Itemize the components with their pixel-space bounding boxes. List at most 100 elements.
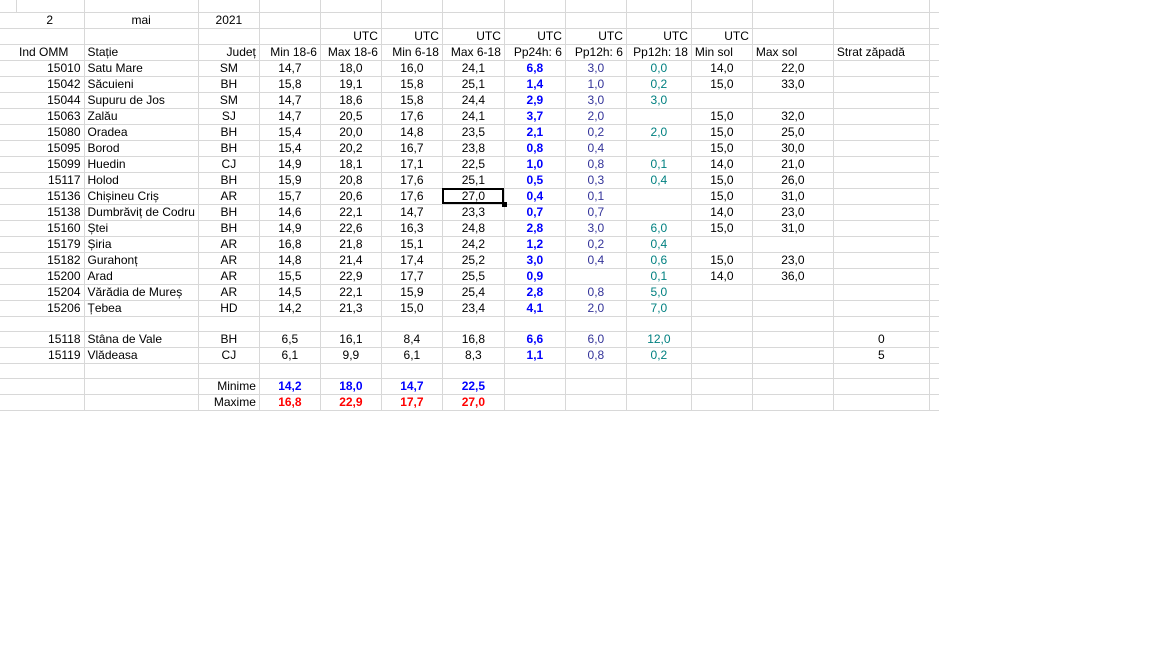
cell-pp24h-6[interactable]: 2,8: [504, 284, 566, 301]
summary-value[interactable]: 22,5: [442, 378, 505, 395]
cell-pp12h-18[interactable]: 0,6: [626, 252, 692, 269]
cell-max-6-18[interactable]: 24,2: [442, 236, 505, 253]
cell-pp12h-6[interactable]: 0,1: [565, 188, 627, 205]
cell-ind-omm[interactable]: 15138: [16, 204, 85, 221]
cell-min-6-18[interactable]: 15,8: [381, 92, 443, 109]
cell-judet[interactable]: SM: [198, 60, 260, 77]
cell-pp24h-6[interactable]: 2,1: [504, 124, 566, 141]
cell-pp12h-18[interactable]: [626, 204, 692, 221]
cell-statie[interactable]: Săcuieni: [84, 76, 199, 93]
date-day[interactable]: 2: [16, 12, 85, 29]
cell-pp12h-18[interactable]: 0,4: [626, 172, 692, 189]
header-min-18-6[interactable]: Min 18-6: [259, 44, 321, 61]
cell-max-6-18[interactable]: 25,5: [442, 268, 505, 285]
cell-pp12h-18[interactable]: 0,1: [626, 156, 692, 173]
date-year[interactable]: 2021: [198, 12, 260, 29]
cell-min-sol[interactable]: 14,0: [691, 204, 753, 221]
cell-max-6-18[interactable]: 23,3: [442, 204, 505, 221]
cell-judet[interactable]: BH: [198, 172, 260, 189]
header-min-sol[interactable]: Min sol: [691, 44, 753, 61]
cell-pp24h-6[interactable]: 0,8: [504, 140, 566, 157]
cell-min-sol[interactable]: 15,0: [691, 76, 753, 93]
cell-pp12h-6[interactable]: [565, 268, 627, 285]
cell-max-sol[interactable]: 36,0: [752, 268, 834, 285]
header-ind-omm[interactable]: Ind OMM: [16, 44, 85, 61]
cell-pp24h-6[interactable]: 6,8: [504, 60, 566, 77]
cell-min-18-6[interactable]: 14,8: [259, 252, 321, 269]
cell-pp12h-6[interactable]: 0,8: [565, 347, 627, 364]
cell-pp12h-6[interactable]: 2,0: [565, 108, 627, 125]
cell-ind-omm[interactable]: 15119: [16, 347, 85, 364]
cell-pp24h-6[interactable]: 1,2: [504, 236, 566, 253]
cell-max-sol[interactable]: 32,0: [752, 108, 834, 125]
cell-max-18-6[interactable]: 22,9: [320, 268, 382, 285]
cell-max-sol[interactable]: [752, 347, 834, 364]
cell-max-18-6[interactable]: 22,6: [320, 220, 382, 237]
cell-statie[interactable]: Țebea: [84, 300, 199, 317]
header-max-sol[interactable]: Max sol: [752, 44, 834, 61]
cell-max-18-6[interactable]: 19,1: [320, 76, 382, 93]
cell-ind-omm[interactable]: 15080: [16, 124, 85, 141]
cell-statie[interactable]: Satu Mare: [84, 60, 199, 77]
cell-min-18-6[interactable]: 6,1: [259, 347, 321, 364]
cell-pp12h-18[interactable]: 3,0: [626, 92, 692, 109]
summary-value[interactable]: 22,9: [320, 394, 382, 411]
cell-max-18-6[interactable]: 18,0: [320, 60, 382, 77]
cell-min-sol[interactable]: 15,0: [691, 140, 753, 157]
utc-label[interactable]: UTC: [565, 28, 627, 45]
cell-min-6-18[interactable]: 15,9: [381, 284, 443, 301]
cell-ind-omm[interactable]: 15200: [16, 268, 85, 285]
cell-min-6-18[interactable]: 14,7: [381, 204, 443, 221]
cell-ind-omm[interactable]: 15206: [16, 300, 85, 317]
cell-min-18-6[interactable]: 14,6: [259, 204, 321, 221]
cell-pp12h-6[interactable]: 0,4: [565, 140, 627, 157]
cell-ind-omm[interactable]: 15044: [16, 92, 85, 109]
cell-max-6-18[interactable]: 25,2: [442, 252, 505, 269]
cell-statie[interactable]: Dumbrăviț de Codru: [84, 204, 199, 221]
cell-judet[interactable]: AR: [198, 236, 260, 253]
cell-min-sol[interactable]: [691, 300, 753, 317]
cell-max-6-18[interactable]: 8,3: [442, 347, 505, 364]
cell-judet[interactable]: AR: [198, 252, 260, 269]
cell-max-sol[interactable]: 31,0: [752, 220, 834, 237]
cell-ind-omm[interactable]: 15095: [16, 140, 85, 157]
cell-strat-zapada[interactable]: [833, 204, 930, 221]
cell-statie[interactable]: Stâna de Vale: [84, 331, 199, 348]
cell-ind-omm[interactable]: 15136: [16, 188, 85, 205]
cell-pp12h-6[interactable]: 0,2: [565, 236, 627, 253]
cell-min-6-18[interactable]: 16,7: [381, 140, 443, 157]
cell-min-18-6[interactable]: 14,7: [259, 108, 321, 125]
header-statie[interactable]: Stație: [84, 44, 199, 61]
cell-pp12h-18[interactable]: [626, 140, 692, 157]
utc-label[interactable]: UTC: [320, 28, 382, 45]
cell-statie[interactable]: Zalău: [84, 108, 199, 125]
cell-min-sol[interactable]: [691, 347, 753, 364]
cell-max-18-6[interactable]: 20,5: [320, 108, 382, 125]
cell-pp24h-6[interactable]: 0,7: [504, 204, 566, 221]
cell-max-sol[interactable]: [752, 236, 834, 253]
cell-statie[interactable]: Gurahonț: [84, 252, 199, 269]
cell-min-6-18[interactable]: 15,8: [381, 76, 443, 93]
cell-min-18-6[interactable]: 14,9: [259, 220, 321, 237]
cell-max-18-6[interactable]: 21,8: [320, 236, 382, 253]
cell-max-18-6[interactable]: 9,9: [320, 347, 382, 364]
cell-judet[interactable]: BH: [198, 140, 260, 157]
cell-pp24h-6[interactable]: 0,9: [504, 268, 566, 285]
cell-max-18-6[interactable]: 21,3: [320, 300, 382, 317]
header-strat-zapada[interactable]: Strat zăpadă: [833, 44, 930, 61]
cell-pp12h-18[interactable]: 12,0: [626, 331, 692, 348]
cell-judet[interactable]: SM: [198, 92, 260, 109]
cell-judet[interactable]: BH: [198, 220, 260, 237]
cell-max-sol[interactable]: 21,0: [752, 156, 834, 173]
cell-statie[interactable]: Supuru de Jos: [84, 92, 199, 109]
cell-judet[interactable]: BH: [198, 76, 260, 93]
cell-pp24h-6[interactable]: 2,8: [504, 220, 566, 237]
cell-ind-omm[interactable]: 15179: [16, 236, 85, 253]
cell-ind-omm[interactable]: 15063: [16, 108, 85, 125]
header-pp12h-18[interactable]: Pp12h: 18: [626, 44, 692, 61]
cell-max-6-18[interactable]: 25,4: [442, 284, 505, 301]
cell-statie[interactable]: Vărădia de Mureș: [84, 284, 199, 301]
cell-pp12h-18[interactable]: 0,2: [626, 347, 692, 364]
cell-pp24h-6[interactable]: 1,1: [504, 347, 566, 364]
cell-judet[interactable]: AR: [198, 268, 260, 285]
